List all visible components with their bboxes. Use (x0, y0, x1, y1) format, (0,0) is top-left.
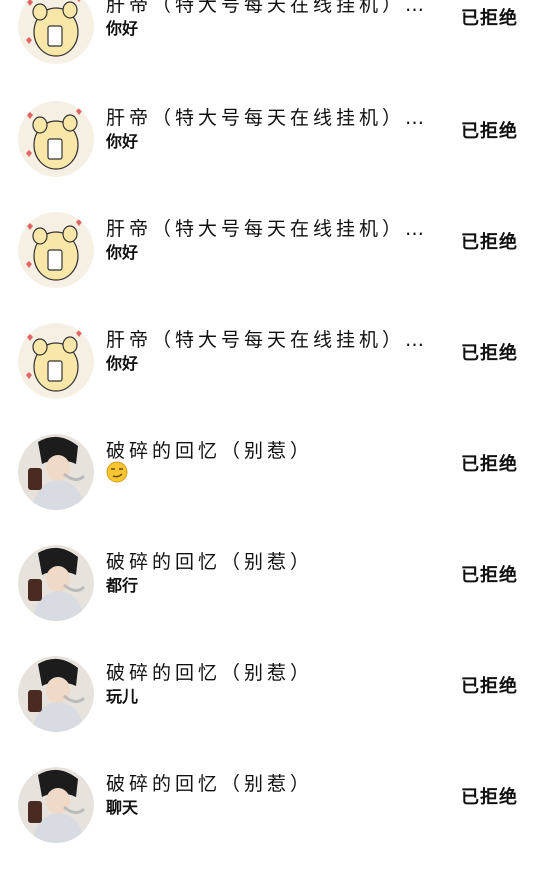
request-message: 你好 (106, 354, 139, 373)
request-message: 玩儿 (106, 687, 139, 706)
status-label: 已拒绝 (461, 565, 518, 586)
status-label: 已拒绝 (461, 232, 518, 253)
person-avatar[interactable] (18, 434, 94, 510)
bear-avatar[interactable] (18, 0, 94, 64)
status-label: 已拒绝 (461, 787, 518, 808)
request-message: 你好 (106, 243, 139, 262)
request-name: 肝帝（特大号每天在线挂机）大… (106, 329, 446, 351)
request-name: 肝帝（特大号每天在线挂机）大… (106, 107, 446, 129)
status-label: 已拒绝 (461, 343, 518, 364)
request-row[interactable]: 破碎的回忆（别惹） 已拒绝 (0, 434, 540, 545)
bear-avatar[interactable] (18, 212, 94, 288)
request-row[interactable]: 破碎的回忆（别惹） 聊天 已拒绝 (0, 767, 540, 878)
person-avatar[interactable] (18, 545, 94, 621)
person-avatar[interactable] (18, 656, 94, 732)
request-message (106, 461, 128, 483)
request-message: 你好 (106, 19, 139, 38)
status-label: 已拒绝 (461, 454, 518, 475)
request-row[interactable]: 肝帝（特大号每天在线挂机）大… 你好 已拒绝 (0, 323, 540, 434)
request-name: 破碎的回忆（别惹） (106, 662, 314, 684)
status-label: 已拒绝 (461, 8, 518, 29)
request-name: 破碎的回忆（别惹） (106, 551, 314, 573)
request-row[interactable]: 肝帝（特大号每天在线挂机）大… 你好 已拒绝 (0, 212, 540, 323)
bear-avatar[interactable] (18, 101, 94, 177)
person-avatar[interactable] (18, 767, 94, 843)
request-name: 破碎的回忆（别惹） (106, 440, 314, 462)
request-row[interactable]: 肝帝（特大号每天在线挂机）大… 你好 已拒绝 (0, 0, 540, 99)
smirk-emoji-icon (106, 461, 128, 483)
request-message: 你好 (106, 132, 139, 151)
request-row[interactable]: 肝帝（特大号每天在线挂机）大… 你好 已拒绝 (0, 101, 540, 212)
request-message: 都行 (106, 576, 139, 595)
bear-avatar[interactable] (18, 323, 94, 399)
friend-request-list: 肝帝（特大号每天在线挂机）大… 你好 已拒绝 肝帝（特大号每天在线挂机）大… 你… (0, 0, 540, 843)
request-name: 破碎的回忆（别惹） (106, 773, 314, 795)
request-row[interactable]: 破碎的回忆（别惹） 都行 已拒绝 (0, 545, 540, 656)
request-name: 肝帝（特大号每天在线挂机）大… (106, 0, 446, 16)
request-row[interactable]: 破碎的回忆（别惹） 玩儿 已拒绝 (0, 656, 540, 767)
request-name: 肝帝（特大号每天在线挂机）大… (106, 218, 446, 240)
request-message: 聊天 (106, 798, 139, 817)
status-label: 已拒绝 (461, 676, 518, 697)
status-label: 已拒绝 (461, 121, 518, 142)
